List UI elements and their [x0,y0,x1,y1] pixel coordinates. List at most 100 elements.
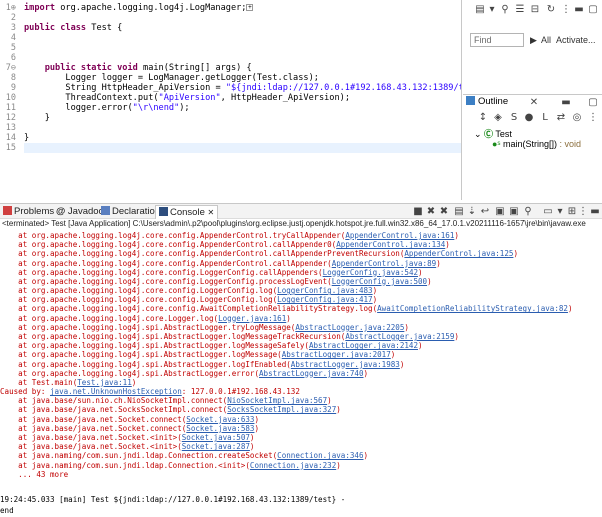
all-filter-link[interactable]: All [541,35,551,45]
minimize-icon[interactable]: ▬ [589,206,601,218]
code-text: String [65,83,102,93]
stack-frame-text: at org.apache.logging.log4j.core.config.… [0,276,332,286]
source-link[interactable]: AbstractLogger.java:740 [259,369,364,378]
source-link[interactable]: AbstractLogger.java:2205 [295,323,404,332]
hide-local-icon[interactable]: L [539,112,551,124]
line-number: 14 [5,133,16,143]
tab-outline[interactable]: Outline [466,96,508,110]
clear-console-icon[interactable]: ▤ [453,206,465,218]
categorize-icon[interactable]: ☰ [514,4,526,16]
code-line-method[interactable]: public static void main(String[] args) { [24,63,252,73]
source-link[interactable]: Test.java:11 [77,378,132,387]
code-line-14[interactable]: } [24,133,29,143]
source-link[interactable]: AbstractLogger.java:1983 [291,360,400,369]
scroll-lock-icon[interactable]: ⇣ [466,206,478,218]
code-text: logger.error( [65,103,133,113]
close-icon[interactable]: ✕ [528,97,540,109]
outline-method-node[interactable]: ●ˢ main(String[]) : void [492,139,581,149]
pin-console-icon[interactable]: ⚲ [522,206,534,218]
code-line-class[interactable]: public class Test { [24,23,122,33]
outline-method-label: main(String[]) [503,139,558,149]
line-number: 12 [5,113,16,123]
sort-icon[interactable]: ↕ [477,112,489,124]
close-icon[interactable]: ✕ [208,208,215,217]
show-stderr-icon[interactable]: ▣ [508,206,520,218]
code-text: Logger logger = LogManager.getLogger(Tes… [65,73,319,83]
source-link[interactable]: Socket.java:633 [186,415,254,424]
view-menu-icon[interactable]: ⋮ [577,206,589,218]
hide-nonpublic-icon[interactable]: ● [523,112,535,124]
console-output-line: end [0,506,14,515]
code-line-12[interactable]: } [24,113,50,123]
source-link[interactable]: AbstractLogger.java:2142 [309,341,418,350]
dropdown-arrow-icon[interactable]: ▾ [554,206,566,218]
code-line-import[interactable]: import org.apache.logging.log4j.LogManag… [24,3,254,13]
source-link[interactable]: AbstractLogger.java:2017 [282,350,391,359]
code-line-11[interactable]: logger.error("\r\nend"); [24,103,189,113]
method-icon: ●ˢ [492,139,501,149]
maximize-icon[interactable]: ▢ [587,4,599,16]
remove-launch-icon[interactable]: ✖ [425,206,437,218]
source-link[interactable]: Socket.java:507 [182,433,250,442]
filter-icon[interactable]: ⚲ [499,4,511,16]
source-link[interactable]: Socket.java:287 [182,442,250,451]
hide-fields-icon[interactable]: ◈ [492,112,504,124]
stack-frame-text: ) [418,267,423,277]
source-link[interactable]: java.net.UnknownHostException [50,387,182,396]
tab-javadoc[interactable]: @ Javadoc [56,205,103,219]
source-link[interactable]: SocksSocketImpl.java:327 [227,405,336,414]
source-link[interactable]: AppenderControl.java:125 [404,249,513,258]
activate-link[interactable]: Activate... [556,35,596,45]
line-number: 5 [10,43,16,53]
source-link[interactable]: LoggerConfig.java:483 [277,286,372,295]
code-line-8[interactable]: Logger logger = LogManager.getLogger(Tes… [24,73,319,83]
expand-imports-icon[interactable]: + [246,4,254,11]
stack-frame-text: at org.apache.logging.log4j.core.config.… [0,295,278,305]
stack-frame-text: ) [436,258,441,268]
stack-trace-line: at java.base/java.net.Socket.<init>(Sock… [0,442,254,451]
stack-trace-line: ... 43 more [0,470,68,479]
source-link[interactable]: LoggerConfig.java:417 [277,295,372,304]
sync-icon[interactable]: ↻ [545,4,557,16]
source-link[interactable]: Connection.java:346 [277,451,363,460]
tree-expand-icon[interactable]: ⌄ [474,129,484,139]
display-console-icon[interactable]: ▭ [542,206,554,218]
source-link[interactable]: AppenderControl.java:161 [345,231,454,240]
show-stdout-icon[interactable]: ▣ [494,206,506,218]
view-menu-icon[interactable]: ⋮ [560,4,572,16]
tab-console[interactable]: Console ✕ [155,205,219,219]
source-link[interactable]: Connection.java:232 [250,461,336,470]
source-link[interactable]: AppenderControl.java:89 [332,259,437,268]
minimize-icon[interactable]: ▬ [573,4,585,16]
word-wrap-icon[interactable]: ↩ [479,206,491,218]
source-link[interactable]: Socket.java:583 [186,424,254,433]
terminate-icon[interactable]: ■ [412,206,424,218]
code-line-10[interactable]: ThreadContext.put("ApiVersion", HttpHead… [24,93,350,103]
hide-static-icon[interactable]: S [508,112,520,124]
tab-declaration[interactable]: Declaration [101,205,160,219]
view-menu-icon[interactable]: ⋮ [587,112,599,124]
remove-all-icon[interactable]: ✖ [438,206,450,218]
minimize-icon[interactable]: ▬ [560,97,572,109]
link-editor-icon[interactable]: ⇄ [555,112,567,124]
source-link[interactable]: NioSocketImpl.java:567 [227,396,327,405]
tab-problems[interactable]: Problems [3,205,54,219]
source-link[interactable]: LoggerConfig.java:500 [332,277,427,286]
code-line-9[interactable]: String HttpHeader_ApiVersion = "${jndi:l… [24,83,461,93]
class-declaration: Test { [91,23,123,33]
source-link[interactable]: LoggerConfig.java:542 [323,268,418,277]
focus-icon[interactable]: ◎ [571,112,583,124]
maximize-icon[interactable]: ▢ [587,97,599,109]
source-link[interactable]: AwaitCompletionReliabilityStrategy.java:… [377,304,568,313]
stack-trace-line: at java.base/java.net.Socket.connect(Soc… [0,424,259,433]
new-task-icon[interactable]: ▤ [474,4,486,16]
source-link[interactable]: AbstractLogger.java:2159 [345,332,454,341]
source-link[interactable]: AppenderControl.java:134 [336,240,445,249]
console-output[interactable]: <terminated> Test [Java Application] C:\… [0,219,602,517]
collapse-icon[interactable]: ⊟ [529,4,541,16]
find-input[interactable]: Find [470,33,524,47]
code-editor[interactable]: 1⊕ 2 3 4 5 6 7⊖ 8 9 10 11 12 13 14 15 im… [0,0,462,200]
source-link[interactable]: Logger.java:161 [218,314,286,323]
stack-trace-line: at org.apache.logging.log4j.core.config.… [0,231,459,240]
dropdown-arrow-icon[interactable]: ▾ [486,4,498,16]
